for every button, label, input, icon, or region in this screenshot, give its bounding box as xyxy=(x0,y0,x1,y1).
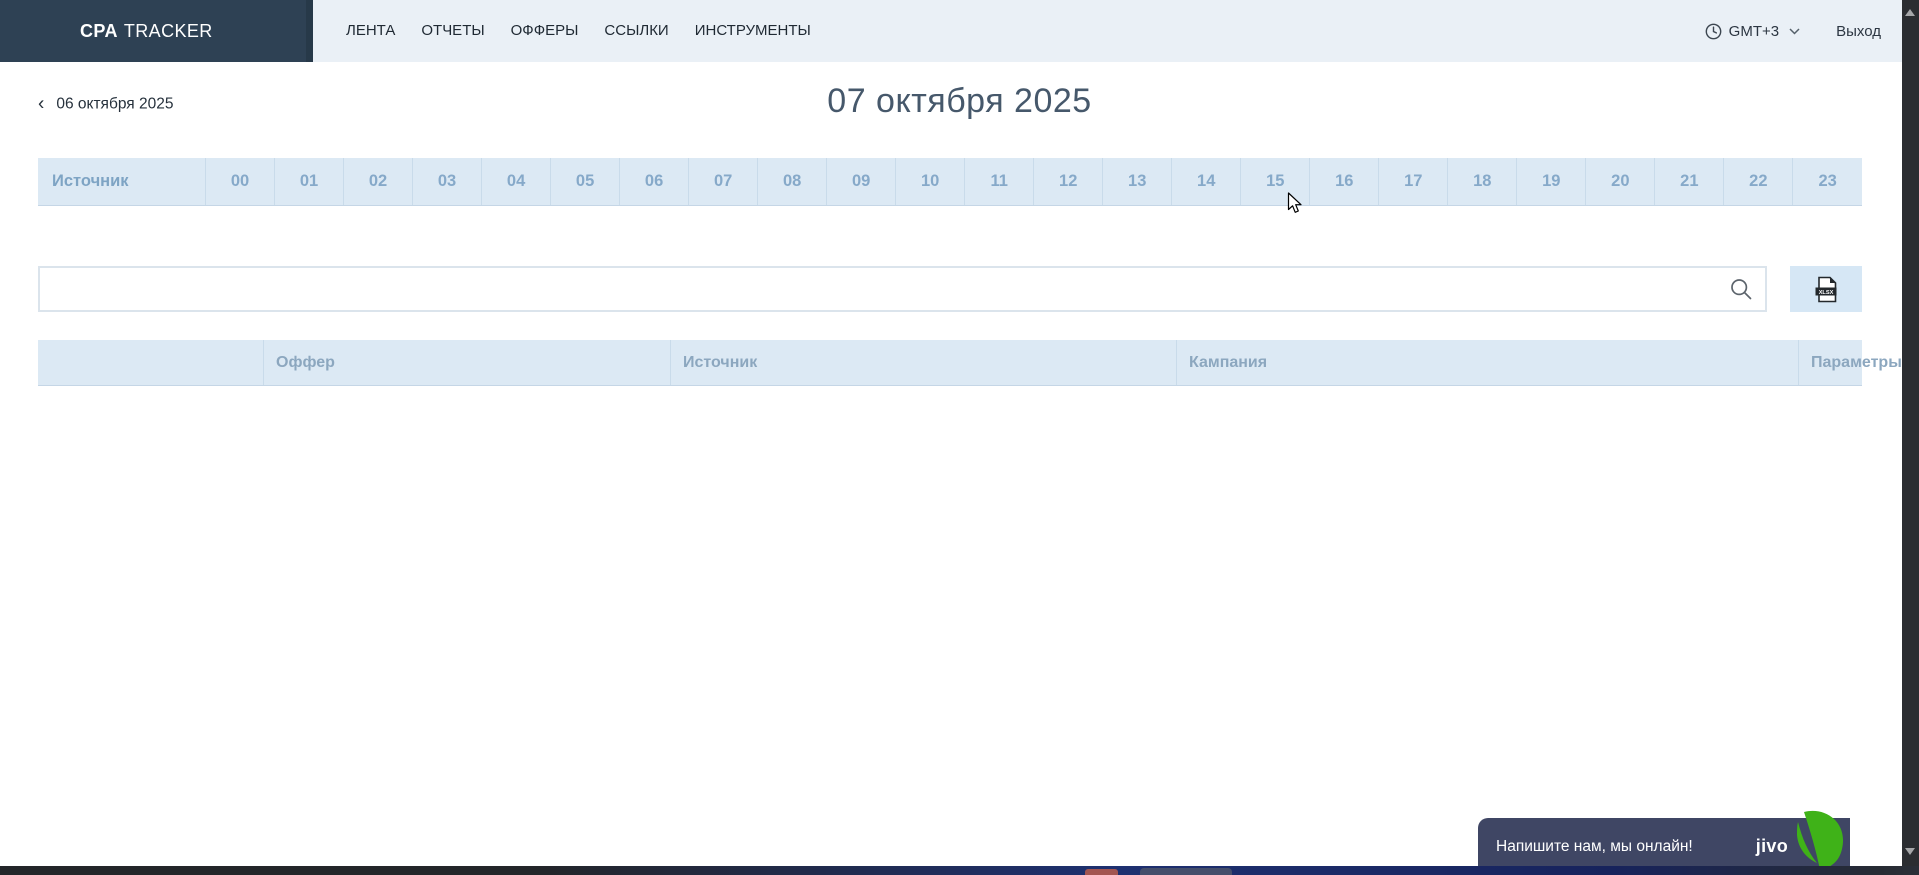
clock-icon xyxy=(1705,23,1722,40)
hour-header-03: 03 xyxy=(413,158,482,206)
jivo-leaf-icon xyxy=(1794,810,1846,870)
svg-text:XLSX: XLSX xyxy=(1818,289,1833,295)
date-header-row: ‹ 06 октября 2025 07 октября 2025 xyxy=(0,62,1919,140)
hour-header-15: 15 xyxy=(1241,158,1310,206)
page-title: 07 октября 2025 xyxy=(0,62,1919,121)
nav-item-3[interactable]: ССЫЛКИ xyxy=(591,0,681,62)
nav-item-4[interactable]: ИНСТРУМЕНТЫ xyxy=(682,0,824,62)
navbar-right: GMT+3 Выход xyxy=(1705,23,1881,40)
scroll-down-arrow-icon[interactable] xyxy=(1905,848,1915,855)
chevron-down-icon xyxy=(1789,28,1800,35)
timezone-selector[interactable]: GMT+3 xyxy=(1705,23,1800,40)
links-col-header-4: Параметры xyxy=(1799,340,1863,386)
search-input[interactable] xyxy=(40,268,1765,310)
nav-item-0[interactable]: ЛЕНТА xyxy=(333,0,408,62)
hour-header-23: 23 xyxy=(1793,158,1862,206)
top-navbar: CPA TRACKER ЛЕНТАОТЧЕТЫОФФЕРЫССЫЛКИИНСТР… xyxy=(0,0,1919,62)
hour-header-13: 13 xyxy=(1103,158,1172,206)
prev-day-link[interactable]: ‹ 06 октября 2025 xyxy=(38,95,173,114)
prev-day-label: 06 октября 2025 xyxy=(56,95,173,113)
xlsx-file-icon: XLSX xyxy=(1814,276,1839,303)
app-logo[interactable]: CPA TRACKER xyxy=(0,0,313,62)
logo-bold: CPA xyxy=(80,21,118,42)
logo-light: TRACKER xyxy=(124,21,213,42)
xlsx-export-button[interactable]: XLSX xyxy=(1790,266,1862,312)
hour-header-00: 00 xyxy=(206,158,275,206)
hour-header-09: 09 xyxy=(827,158,896,206)
hour-header-22: 22 xyxy=(1724,158,1793,206)
hour-header-05: 05 xyxy=(551,158,620,206)
scroll-up-arrow-icon[interactable] xyxy=(1905,9,1915,16)
hour-header-12: 12 xyxy=(1034,158,1103,206)
hour-header-11: 11 xyxy=(965,158,1034,206)
hour-header-04: 04 xyxy=(482,158,551,206)
links-col-header-0 xyxy=(38,340,264,386)
background-window-red-element xyxy=(1085,869,1118,875)
logout-button[interactable]: Выход xyxy=(1836,23,1881,40)
search-icon[interactable] xyxy=(1729,277,1753,301)
hour-header-18: 18 xyxy=(1448,158,1517,206)
search-row: XLSX xyxy=(38,266,1862,312)
nav-item-2[interactable]: ОФФЕРЫ xyxy=(498,0,592,62)
search-box xyxy=(38,266,1767,312)
hour-header-07: 07 xyxy=(689,158,758,206)
hour-header-19: 19 xyxy=(1517,158,1586,206)
hours-source-header: Источник xyxy=(38,158,206,206)
chevron-left-icon: ‹ xyxy=(38,95,44,114)
hour-header-16: 16 xyxy=(1310,158,1379,206)
links-col-header-3: Кампания xyxy=(1177,340,1799,386)
vertical-scrollbar[interactable] xyxy=(1902,0,1919,875)
hour-header-20: 20 xyxy=(1586,158,1655,206)
hours-header-row: Источник 0001020304050607080910111213141… xyxy=(38,158,1862,206)
nav-item-1[interactable]: ОТЧЕТЫ xyxy=(408,0,497,62)
links-col-header-1: Оффер xyxy=(264,340,671,386)
main-menu: ЛЕНТАОТЧЕТЫОФФЕРЫССЫЛКИИНСТРУМЕНТЫ xyxy=(333,0,824,62)
hour-header-02: 02 xyxy=(344,158,413,206)
background-window-edge xyxy=(0,866,1919,875)
links-table: ОфферИсточникКампанияПараметры xyxy=(38,340,1862,386)
background-window-tab-element xyxy=(1140,868,1232,875)
chat-message: Напишите нам, мы онлайн! xyxy=(1496,838,1693,856)
hours-table: Источник 0001020304050607080910111213141… xyxy=(38,158,1862,206)
timezone-label: GMT+3 xyxy=(1729,23,1779,40)
hour-header-01: 01 xyxy=(275,158,344,206)
hour-header-21: 21 xyxy=(1655,158,1724,206)
hour-header-10: 10 xyxy=(896,158,965,206)
links-col-header-2: Источник xyxy=(671,340,1177,386)
jivo-logo: jivo xyxy=(1756,836,1788,857)
links-header-row: ОфферИсточникКампанияПараметры xyxy=(38,340,1862,386)
hour-header-06: 06 xyxy=(620,158,689,206)
hour-header-17: 17 xyxy=(1379,158,1448,206)
hour-header-14: 14 xyxy=(1172,158,1241,206)
hour-header-08: 08 xyxy=(758,158,827,206)
